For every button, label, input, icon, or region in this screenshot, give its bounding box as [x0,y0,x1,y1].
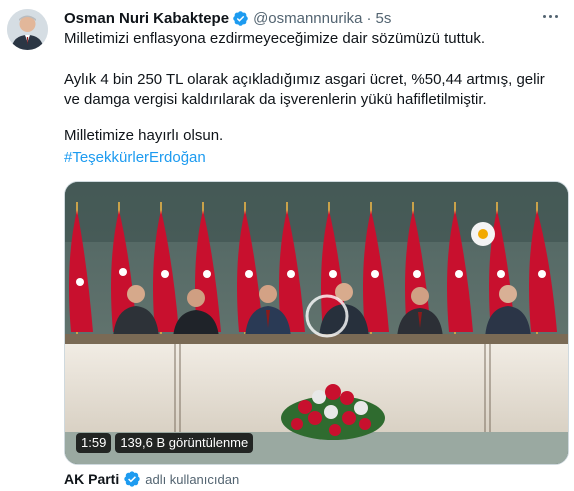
avatar[interactable] [7,9,48,50]
video-info-badges: 1:59 139,6 B görüntülenme [76,433,254,453]
tweet-timestamp[interactable]: 5s [376,10,392,27]
affiliate-org-name[interactable]: AK Parti [64,471,119,487]
tweet-text-line-1: Milletimizi enflasyona ezdirmeyeceğimize… [64,30,485,47]
gold-affiliate-badge-icon [123,470,141,488]
author-handle[interactable]: @osmannnurika [253,10,362,27]
tweet-header: Osman Nuri Kabaktepe @osmannnurika · 5s [64,8,391,28]
affiliate-note: adlı kullanıcıdan [145,471,240,487]
tweet-text-line-3: Milletimize hayırlı olsun. [64,127,224,144]
affiliate-footer: AK Parti adlı kullanıcıdan [64,470,239,488]
video-view-count: 139,6 B görüntülenme [115,433,254,453]
separator-dot: · [366,9,372,27]
more-options-icon[interactable] [538,6,562,26]
video-player[interactable] [64,181,569,465]
verified-badge-icon [232,10,249,27]
hashtag-link[interactable]: #TeşekkürlerErdoğan [64,148,206,168]
video-duration: 1:59 [76,433,112,453]
author-name[interactable]: Osman Nuri Kabaktepe [64,10,229,27]
tweet-text-paragraph-2: Aylık 4 bin 250 TL olarak açıkladığımız … [64,71,545,108]
tweet[interactable]: Osman Nuri Kabaktepe @osmannnurika · 5s … [0,0,574,491]
